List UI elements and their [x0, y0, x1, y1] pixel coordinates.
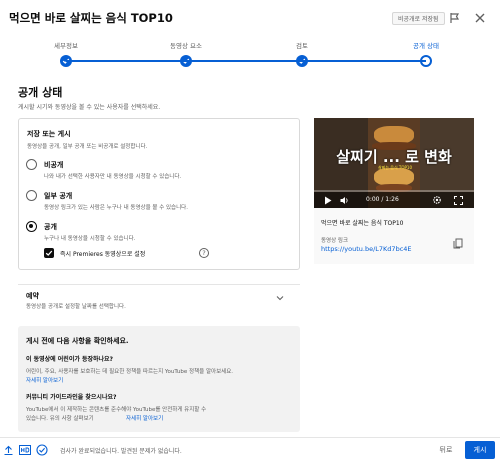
gear-icon[interactable] [432, 195, 442, 205]
play-icon[interactable] [324, 196, 332, 205]
option-private-desc: 나와 내가 선택한 사용자만 내 동영상을 시청할 수 있습니다. [44, 174, 182, 180]
faq-question: 커뮤니티 가이드라인을 찾으시나요? [26, 394, 117, 401]
radio-unlisted[interactable] [26, 190, 37, 201]
help-icon[interactable]: ? [199, 248, 209, 258]
stepper-line [66, 60, 426, 62]
step-review[interactable]: 검토 [262, 36, 342, 67]
copy-icon[interactable] [453, 238, 463, 249]
dialog-title: 먹으면 바로 살찌는 음식 TOP10 [9, 11, 173, 25]
check-icon [45, 250, 53, 256]
premiere-label: 즉시 Premieres 동영상으로 설정 [60, 251, 146, 258]
publish-button[interactable]: 게시 [465, 441, 495, 459]
option-public-label: 공개 [44, 223, 57, 231]
faq-answer: 어린이, 주요, 사용자를 보호하는 데 필요한 정책을 따르는지 YouTub… [26, 369, 234, 375]
learn-more-link[interactable]: 자세히 알아보기 [126, 414, 163, 422]
page-subtitle: 게시할 시기와 동영상을 볼 수 있는 사용자를 선택하세요. [18, 104, 161, 111]
close-icon[interactable] [474, 12, 486, 24]
save-status-badge: 비공개로 저장됨 [392, 12, 445, 25]
dialog-header: 먹으면 바로 살찌는 음식 TOP10 비공개로 저장됨 [0, 0, 500, 36]
flag-icon[interactable] [449, 12, 461, 24]
option-public-desc: 누구나 내 동영상을 시청할 수 있습니다. [44, 236, 136, 242]
video-title: 먹으면 바로 살찌는 음식 TOP10 [321, 220, 404, 227]
checks-status-text: 검사가 완료되었습니다. 발견된 문제가 없습니다. [60, 448, 182, 455]
radio-private[interactable] [26, 159, 37, 170]
checks-icon [36, 444, 48, 456]
volume-icon[interactable] [340, 196, 349, 205]
card-subtitle: 동영상을 공개, 일부 공개 또는 비공개로 설정합니다. [27, 144, 148, 150]
option-private-label: 비공개 [44, 161, 64, 169]
video-player[interactable]: 살찌기 ... 로 변화 살찌는 음식 TOP10 0:00 / 1:26 [314, 118, 474, 208]
step-visibility[interactable]: 공개 상태 [386, 36, 466, 67]
video-link-label: 동영상 링크 [321, 238, 349, 244]
premiere-checkbox[interactable] [44, 248, 54, 258]
step-video-elements[interactable]: 동영상 요소 [146, 36, 226, 67]
faq-answer: 있습니다. 유의 사항 살펴보기 [26, 416, 94, 422]
option-unlisted-desc: 동영상 링크가 있는 사람은 누구나 내 동영상을 볼 수 있습니다. [44, 205, 188, 211]
player-controls: 0:00 / 1:26 [314, 192, 474, 208]
dialog-footer: 검사가 완료되었습니다. 발견된 문제가 없습니다. 뒤로 게시 [0, 437, 500, 462]
option-unlisted-label: 일부 공개 [44, 192, 73, 200]
step-details[interactable]: 세부정보 [26, 36, 106, 67]
step-label: 공개 상태 [413, 42, 439, 50]
step-label: 동영상 요소 [170, 42, 202, 50]
hd-icon [19, 445, 31, 455]
schedule-subtitle: 동영상을 공개로 설정할 날짜를 선택합니다. [26, 304, 126, 310]
thumbnail-caption: 살찌는 음식 TOP10 [377, 165, 413, 170]
fullscreen-icon[interactable] [454, 196, 463, 205]
divider [18, 284, 300, 285]
schedule-title[interactable]: 예약 [26, 291, 39, 301]
video-link[interactable]: https://youtu.be/L7Kd7bc4E [321, 245, 412, 253]
step-label: 검토 [296, 42, 308, 50]
faq-question: 이 동영상에 어린이가 등장하나요? [26, 356, 114, 363]
page-title: 공개 상태 [18, 86, 63, 99]
upload-icon [4, 445, 13, 455]
faq-answer: YouTube에서 이 제작하는 콘텐츠를 준수해야 YouTube를 안전하게… [26, 407, 207, 413]
step-label: 세부정보 [54, 42, 78, 50]
progress-stepper: 세부정보 동영상 요소 검토 공개 상태 [0, 36, 500, 76]
card-title: 저장 또는 게시 [27, 130, 71, 138]
time-display: 0:00 / 1:26 [366, 196, 399, 203]
upload-dialog: 먹으면 바로 살찌는 음식 TOP10 비공개로 저장됨 세부정보 동영상 요소… [0, 0, 500, 462]
learn-more-link[interactable]: 자세히 알아보기 [26, 376, 63, 384]
back-button[interactable]: 뒤로 [433, 441, 459, 459]
checklist-title: 게시 전에 다음 사항을 확인하세요. [26, 337, 129, 345]
thumbnail-title-text: 살찌기 ... 로 변화 [336, 148, 452, 166]
chevron-down-icon[interactable] [276, 294, 284, 302]
radio-public[interactable] [26, 221, 37, 232]
